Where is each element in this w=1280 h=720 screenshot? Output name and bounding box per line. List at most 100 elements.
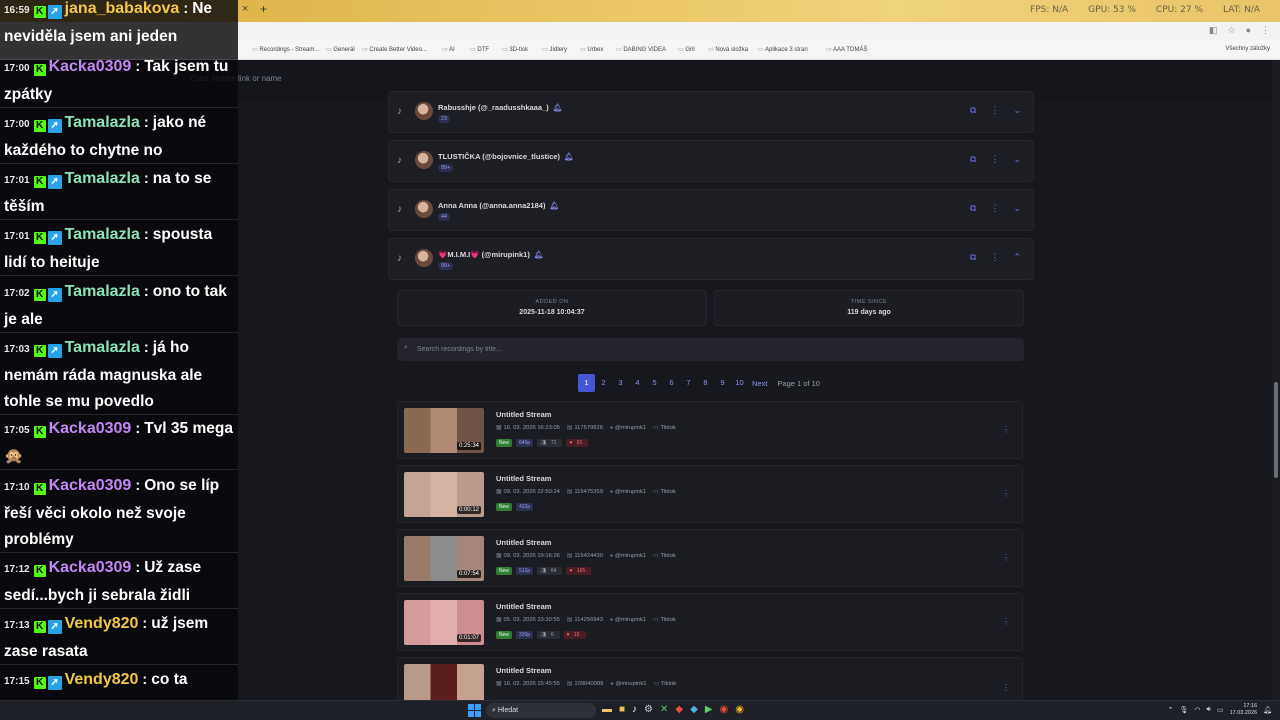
chevron-up-icon[interactable]: ⌃ — [1168, 706, 1174, 714]
play-icon[interactable]: ▶ — [705, 704, 713, 715]
recording-thumbnail[interactable]: 0:25:34 — [404, 408, 484, 453]
page-button[interactable]: 4 — [629, 374, 646, 392]
page-button[interactable]: 2 — [595, 374, 612, 392]
file-explorer-icon[interactable]: ▬ — [602, 704, 612, 715]
more-options-icon[interactable]: ⋮ — [1000, 424, 1012, 436]
chevron-down-icon[interactable]: ⌄ — [1013, 154, 1021, 165]
taskbar-search[interactable]: ⌕ Hledat — [486, 703, 596, 718]
start-button[interactable] — [468, 704, 481, 717]
app-icon[interactable]: ◆ — [690, 704, 698, 715]
all-bookmarks-link[interactable]: Všechny záložky — [1225, 46, 1270, 52]
recording-row[interactable]: 0:01:07 Untitled Stream 05. 03. 2026 23:… — [397, 593, 1023, 651]
bookmark-item[interactable]: Nová složka — [708, 46, 748, 53]
recording-thumbnail[interactable]: 0:07:54 — [404, 536, 484, 581]
open-external-icon[interactable]: ⧉ — [970, 105, 976, 116]
profile-icon[interactable]: ● — [1246, 25, 1251, 36]
chat-time: 17:13 — [4, 620, 30, 631]
chat-user: Vendy820 — [64, 671, 139, 688]
duration-label: 0:01:07 — [456, 634, 481, 642]
xbox-icon[interactable]: ✕ — [660, 704, 668, 715]
chrome-icon[interactable]: ◉ — [720, 704, 729, 715]
extension-icon[interactable]: ◧ — [1209, 25, 1218, 36]
bookmark-item[interactable]: Gril — [678, 46, 694, 53]
time-since-value: 119 days ago — [847, 309, 891, 316]
bookmark-item[interactable]: 3D-tisk — [502, 46, 528, 53]
recording-row[interactable]: 0:25:34 Untitled Stream 16. 03. 2026 16:… — [397, 401, 1023, 459]
app-icon[interactable]: ◆ — [675, 704, 683, 715]
notification-icon[interactable]: 🔔︎ — [1263, 706, 1272, 714]
recording-row[interactable]: 0:00:12 Untitled Stream 09. 03. 2026 22:… — [397, 465, 1023, 523]
chevron-up-icon[interactable]: ⌃ — [1013, 252, 1021, 263]
recording-thumbnail[interactable]: 0:00:12 — [404, 472, 484, 517]
bookmark-item[interactable]: DTF — [470, 46, 489, 53]
tiktok-icon[interactable]: ♪ — [632, 704, 637, 715]
bookmark-item[interactable]: Urbex — [580, 46, 603, 53]
streamer-card[interactable]: ♪ TLUSTIČKA (@bojovnice_tlustice) 🔔︎ 99+ … — [388, 140, 1034, 182]
recording-search-input[interactable] — [417, 343, 1007, 356]
recording-thumbnail[interactable] — [404, 664, 484, 701]
avatar — [415, 249, 433, 267]
more-options-icon[interactable]: ⋮ — [1000, 616, 1012, 628]
page-button[interactable]: 8 — [697, 374, 714, 392]
bookmark-item[interactable]: AI — [442, 46, 455, 53]
chat-message: 16:59 K ➚ jana_babakova : Ne neviděla jsem … — [0, 0, 238, 60]
page-button[interactable]: 6 — [663, 374, 680, 392]
bookmark-item[interactable]: Recordings - Stream... — [252, 46, 319, 53]
new-tab-button[interactable]: + — [260, 2, 267, 16]
scrollbar-thumb[interactable] — [1274, 382, 1278, 478]
volume-icon[interactable]: 🔊︎ — [1207, 706, 1211, 714]
streamer-card[interactable]: ♪ Rabusshje (@_raadusshkaaa_) 🔔︎ 23 ⧉ ⋮ ⌄ — [388, 91, 1034, 133]
battery-icon[interactable]: ▭ — [1217, 706, 1224, 714]
open-external-icon[interactable]: ⧉ — [970, 252, 976, 263]
more-options-icon[interactable]: ⋮ — [1000, 488, 1012, 500]
page-button[interactable]: 9 — [714, 374, 731, 392]
clock[interactable]: 17:16 17.03.2026 — [1230, 703, 1258, 717]
star-icon[interactable]: ☆ — [1227, 25, 1235, 36]
bookmark-item[interactable]: AAA TOMÁŠ — [826, 46, 867, 53]
page-scrollbar[interactable] — [1272, 60, 1280, 700]
more-options-icon[interactable]: ⋮ — [1000, 552, 1012, 564]
added-on-box: ADDED ON 2025-11-18 10:04:37 — [397, 290, 707, 326]
page-button[interactable]: 7 — [680, 374, 697, 392]
more-options-icon[interactable]: ⋮ — [990, 252, 999, 263]
next-page-button[interactable]: Next — [752, 379, 767, 388]
chat-time: 17:03 — [4, 344, 30, 355]
kick-icon: K — [33, 120, 46, 132]
folder-icon[interactable]: ■ — [619, 704, 625, 715]
recording-count-badge: 23 — [438, 115, 451, 123]
recording-row[interactable]: Untitled Stream 16. 02. 2026 15:45:55 10… — [397, 657, 1023, 701]
page-button[interactable]: 3 — [612, 374, 629, 392]
more-options-icon[interactable]: ⋮ — [990, 105, 999, 116]
recording-count-badge: 99+ — [438, 164, 454, 172]
settings-icon[interactable]: ⚙ — [644, 704, 653, 715]
tab-close-icon[interactable]: × — [242, 3, 248, 15]
wifi-icon[interactable]: ◠ — [1194, 706, 1200, 714]
chat-user: Kacka0309 — [48, 559, 132, 576]
bookmark-item[interactable]: Generál — [326, 46, 354, 53]
recording-id: 115475359 — [567, 489, 603, 495]
open-external-icon[interactable]: ⧉ — [970, 154, 976, 165]
chrome-icon[interactable]: ◉ — [735, 704, 744, 715]
chat-message: 17:12 K Kacka0309 : Už zase sedí...bych ji… — [0, 555, 238, 609]
page-button[interactable]: 10 — [731, 374, 748, 392]
chevron-down-icon[interactable]: ⌄ — [1013, 203, 1021, 214]
bookmark-item[interactable]: DABING VIDEA — [616, 46, 666, 53]
taskbar-apps: ▬ ■ ♪ ⚙ ✕ ◆ ◆ ▶ ◉ ◉ — [602, 704, 744, 715]
open-external-icon[interactable]: ⧉ — [970, 203, 976, 214]
recording-thumbnail[interactable]: 0:01:07 — [404, 600, 484, 645]
more-options-icon[interactable]: ⋮ — [1000, 682, 1012, 694]
bookmark-item[interactable]: Aplikace 3 stran — [758, 46, 808, 53]
menu-icon[interactable]: ⋮ — [1261, 25, 1270, 36]
streamer-card[interactable]: ♪ Anna Anna (@anna.anna2184) 🔔︎ 44 ⧉ ⋮ ⌄ — [388, 189, 1034, 231]
page-button[interactable]: 5 — [646, 374, 663, 392]
bookmark-item[interactable]: Create Better Video... — [362, 46, 427, 53]
page-button[interactable]: 1 — [578, 374, 595, 392]
streamer-card-expanded[interactable]: ♪ 💗M.I.M.I💗 (@mirupink1) 🔔︎ 99+ ⧉ ⋮ ⌃ — [388, 238, 1034, 280]
mic-icon[interactable]: 🎙︎ — [1180, 706, 1189, 714]
kick-icon: K — [33, 621, 46, 633]
bookmark-item[interactable]: Jídlery — [542, 46, 567, 53]
chevron-down-icon[interactable]: ⌄ — [1013, 105, 1021, 116]
more-options-icon[interactable]: ⋮ — [990, 154, 999, 165]
more-options-icon[interactable]: ⋮ — [990, 203, 999, 214]
recording-row[interactable]: 0:07:54 Untitled Stream 09. 03. 2026 19:… — [397, 529, 1023, 587]
